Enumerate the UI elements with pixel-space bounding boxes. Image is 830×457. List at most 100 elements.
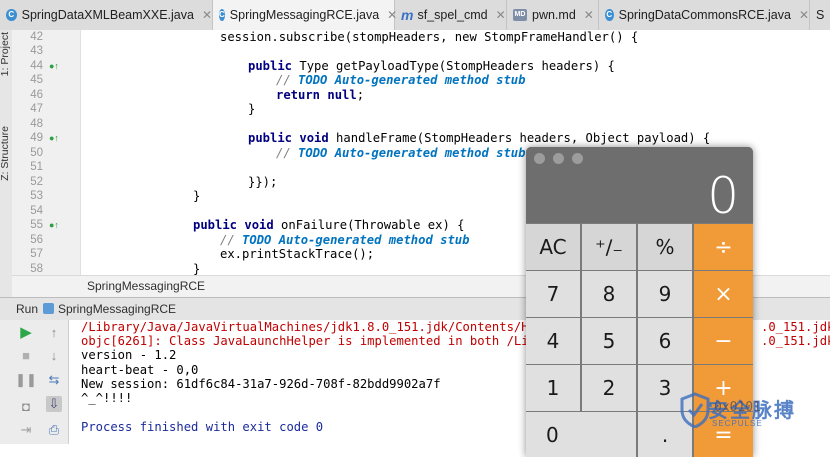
console-line: New session: 61df6c84-31a7-926d-708f-82b… <box>81 377 441 391</box>
code-line-44: public Type getPayloadType(StompHeaders … <box>248 59 615 73</box>
scroll-up-icon[interactable]: ↑ <box>46 324 62 340</box>
code-line-47: } <box>248 102 256 116</box>
close-icon[interactable]: ✕ <box>799 8 809 22</box>
digit-9-button[interactable]: 9 <box>638 271 692 317</box>
line-number: 48 <box>30 118 43 130</box>
console-exit-line: Process finished with exit code 0 <box>81 420 324 434</box>
line-number: 49 <box>30 132 43 144</box>
exit-icon[interactable]: ⇥ <box>18 422 34 438</box>
digit-2-button[interactable]: 2 <box>582 365 636 411</box>
project-tool-button[interactable]: 1: Project <box>0 32 11 76</box>
m-file-icon: m <box>401 7 414 23</box>
editor-tab-bar: C SpringDataXMLBeamXXE.java ✕ C SpringMe… <box>0 0 830 31</box>
run-label: Run <box>16 302 39 316</box>
code-line-50: // TODO Auto-generated method stub <box>276 146 526 160</box>
structure-tool-button[interactable]: Z: Structure <box>0 126 11 181</box>
close-icon[interactable]: ✕ <box>202 8 212 22</box>
console-line: heart-beat - 0,0 <box>81 363 199 377</box>
tab-springdatacommonsrce[interactable]: C SpringDataCommonsRCE.java ✕ <box>599 0 810 30</box>
override-marker-icon[interactable]: ●↑ <box>49 133 59 143</box>
tab-sf-spel-cmd[interactable]: m sf_spel_cmd ✕ <box>395 0 507 30</box>
code-line-58: } <box>193 262 201 276</box>
minus-button[interactable]: − <box>694 318 753 364</box>
digit-0-button[interactable]: 0 <box>526 412 636 457</box>
multiply-button[interactable]: × <box>694 271 753 317</box>
digit-8-button[interactable]: 8 <box>582 271 636 317</box>
shield-icon <box>680 392 710 428</box>
line-number: 56 <box>30 234 43 246</box>
pause-icon[interactable]: ❚❚ <box>15 372 37 388</box>
line-number: 46 <box>30 89 43 101</box>
tab-pwn-md[interactable]: MD pwn.md ✕ <box>507 0 599 30</box>
rerun-icon[interactable]: ▶ <box>18 324 34 341</box>
run-config-tab[interactable]: SpringMessagingRCE <box>58 302 176 316</box>
divide-button[interactable]: ÷ <box>694 224 753 270</box>
close-icon[interactable]: ✕ <box>496 8 506 22</box>
watermark-subtitle: SECPULSE <box>712 419 763 428</box>
line-number: 50 <box>30 147 43 159</box>
line-number: 47 <box>30 103 43 115</box>
line-number: 54 <box>30 205 43 217</box>
digit-6-button[interactable]: 6 <box>638 318 692 364</box>
close-icon[interactable]: ✕ <box>584 8 594 22</box>
line-number: 51 <box>30 161 43 173</box>
tab-label: sf_spel_cmd <box>417 8 488 22</box>
calculator-titlebar[interactable]: 0 <box>526 147 753 225</box>
tab-overflow[interactable]: S <box>810 0 830 30</box>
stop-icon[interactable]: ■ <box>18 347 34 363</box>
run-toolbar: ▶ ↑ ■ ↓ ❚❚ ⇆ ◘ ⇩ ⇥ ⎙ <box>0 320 69 444</box>
percent-button[interactable]: % <box>638 224 692 270</box>
print-icon[interactable]: ⎙ <box>46 422 62 438</box>
java-class-icon: C <box>605 9 614 21</box>
tab-springmessagingrce[interactable]: C SpringMessagingRCE.java ✕ <box>213 0 397 30</box>
code-line-56: // TODO Auto-generated method stub <box>220 233 470 247</box>
console-line: ^_^!!!! <box>81 391 133 405</box>
console-line-tail: .0_151.jdk/C <box>761 320 830 334</box>
code-line-49: public void handleFrame(StompHeaders hea… <box>248 131 711 145</box>
digit-1-button[interactable]: 1 <box>526 365 580 411</box>
line-number: 43 <box>30 45 43 57</box>
sign-toggle-button[interactable]: ⁺∕₋ <box>582 224 636 270</box>
digit-5-button[interactable]: 5 <box>582 318 636 364</box>
line-number: 53 <box>30 190 43 202</box>
scroll-down-icon[interactable]: ↓ <box>46 347 62 363</box>
tab-label: S <box>816 8 825 22</box>
code-line-57: ex.printStackTrace(); <box>220 247 375 261</box>
breadcrumb-class[interactable]: SpringMessagingRCE <box>87 279 205 293</box>
tab-label: SpringDataCommonsRCE.java <box>618 8 791 22</box>
code-line-45: // TODO Auto-generated method stub <box>276 73 526 87</box>
clear-button[interactable]: AC <box>526 224 580 270</box>
dump-threads-icon[interactable]: ◘ <box>18 398 34 414</box>
code-line-46: return null; <box>276 88 365 102</box>
close-window-button[interactable] <box>534 153 545 164</box>
override-marker-icon[interactable]: ●↑ <box>49 220 59 230</box>
code-line-52: }}); <box>248 175 278 189</box>
tab-label: SpringMessagingRCE.java <box>229 8 380 22</box>
line-number: 44 <box>30 60 43 72</box>
scroll-to-end-icon[interactable]: ⇩ <box>46 396 62 412</box>
java-class-icon: C <box>219 9 225 21</box>
markdown-icon: MD <box>513 9 527 21</box>
calculator-display: 0 <box>707 167 739 225</box>
minimize-window-button[interactable] <box>553 153 564 164</box>
digit-7-button[interactable]: 7 <box>526 271 580 317</box>
console-line: version - 1.2 <box>81 348 177 362</box>
console-line-tail: .0_151.jdk/C <box>761 334 830 348</box>
console-line: /Library/Java/JavaVirtualMachines/jdk1.8… <box>81 320 558 334</box>
line-number: 52 <box>30 176 43 188</box>
line-number: 58 <box>30 263 43 275</box>
line-number: 42 <box>30 31 43 43</box>
line-number: 45 <box>30 74 43 86</box>
tab-springdataxmlbeamxxe[interactable]: C SpringDataXMLBeamXXE.java ✕ <box>0 0 213 30</box>
digit-4-button[interactable]: 4 <box>526 318 580 364</box>
java-class-icon: C <box>6 9 17 21</box>
console-line: objc[6261]: Class JavaLaunchHelper is im… <box>81 334 558 348</box>
code-line-53: } <box>193 189 201 203</box>
zoom-window-button[interactable] <box>572 153 583 164</box>
run-config-icon <box>43 303 54 314</box>
override-marker-icon[interactable]: ●↑ <box>49 61 59 71</box>
tab-label: SpringDataXMLBeamXXE.java <box>21 8 194 22</box>
secpulse-watermark: 安全脉搏 SECPULSE 0x0101 <box>678 390 828 440</box>
line-number: 57 <box>30 248 43 260</box>
soft-wrap-icon[interactable]: ⇆ <box>46 372 62 388</box>
